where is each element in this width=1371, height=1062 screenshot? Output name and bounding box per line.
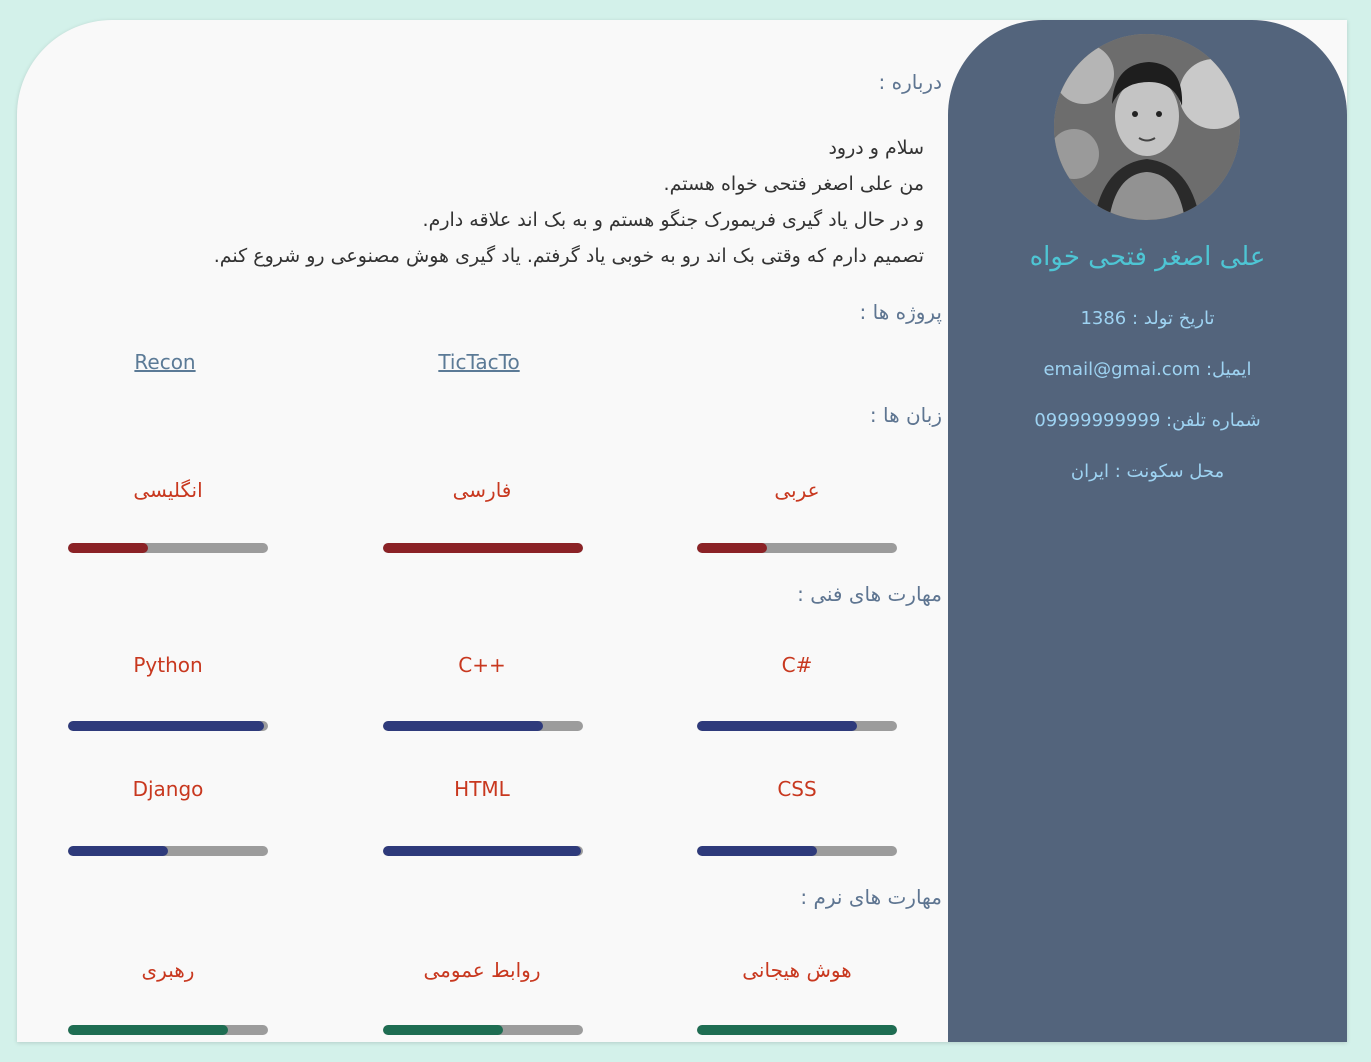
languages-title: زبان ها : xyxy=(869,403,942,427)
about-line: تصمیم دارم که وقتی بک اند رو به خوبی یاد… xyxy=(213,245,924,267)
profile-sidebar: علی اصغر فتحی خواه تاریخ تولد : 1386 ایم… xyxy=(948,20,1347,1042)
skill-label-csharp: C# xyxy=(781,653,813,677)
location-text: محل سکونت : ایران xyxy=(1070,461,1225,482)
skill-bar-css xyxy=(697,846,897,856)
profile-name: علی اصغر فتحی خواه xyxy=(1029,242,1266,272)
skill-label-html: HTML xyxy=(454,777,510,801)
soft-label-emotional-intelligence: هوش هیجانی xyxy=(742,958,852,982)
skill-label-cpp: C++ xyxy=(458,653,506,677)
skill-label-python: Python xyxy=(133,653,203,677)
soft-bar-emotional-intelligence xyxy=(697,1025,897,1035)
language-bar-english xyxy=(68,543,268,553)
language-bar-arabic xyxy=(697,543,897,553)
language-label-english: انگلیسی xyxy=(133,478,203,502)
skill-bar-csharp xyxy=(697,721,897,731)
skill-bar-python xyxy=(68,721,268,731)
phone-text: شماره تلفن: 09999999999 xyxy=(1034,410,1261,431)
language-label-persian: فارسی xyxy=(452,478,512,502)
language-label-arabic: عربی xyxy=(774,478,820,502)
soft-label-leadership: رهبری xyxy=(141,958,195,982)
soft-bar-leadership xyxy=(68,1025,268,1035)
skill-bar-django xyxy=(68,846,268,856)
profile-photo xyxy=(1054,34,1240,220)
projects-title: پروژه ها : xyxy=(859,300,943,324)
skill-label-django: Django xyxy=(132,777,204,801)
soft-skills-title: مهارت های نرم : xyxy=(800,885,942,909)
email-text: ایمیل: email@gmai.com xyxy=(1043,359,1252,380)
skill-bar-html xyxy=(383,846,583,856)
soft-bar-public-relations xyxy=(383,1025,583,1035)
about-line: سلام و درود xyxy=(828,137,924,159)
skill-label-css: CSS xyxy=(777,777,817,801)
about-text: سلام و درود من علی اصغر فتحی خواه هستم. … xyxy=(214,130,924,274)
about-line: من علی اصغر فتحی خواه هستم. xyxy=(663,173,924,195)
about-line: و در حال یاد گیری فریمورک جنگو هستم و به… xyxy=(422,209,924,231)
soft-label-public-relations: روابط عمومی xyxy=(423,958,541,982)
profile-photo-image xyxy=(1054,34,1240,220)
about-title: درباره : xyxy=(878,70,942,94)
skill-bar-cpp xyxy=(383,721,583,731)
project-link-tictacto[interactable]: TicTacTo xyxy=(438,350,519,374)
tech-skills-title: مهارت های فنی : xyxy=(797,582,942,606)
resume-card: علی اصغر فتحی خواه تاریخ تولد : 1386 ایم… xyxy=(17,20,1347,1042)
project-link-recon[interactable]: Recon xyxy=(134,350,195,374)
birth-date: تاریخ تولد : 1386 xyxy=(1080,308,1215,329)
language-bar-persian xyxy=(383,543,583,553)
